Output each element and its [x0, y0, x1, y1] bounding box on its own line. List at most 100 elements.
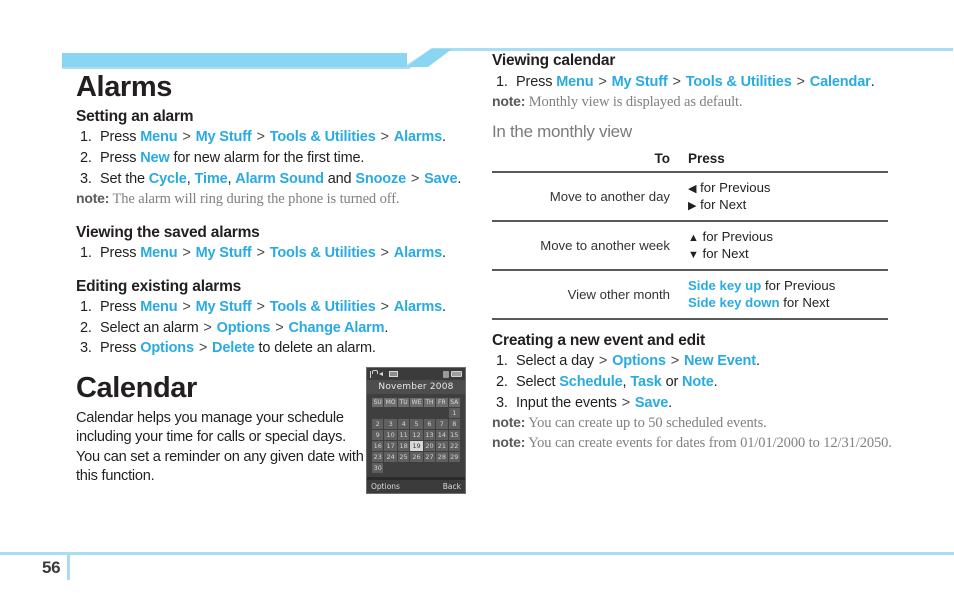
list-item: 2. Select Schedule, Task or Note.	[492, 372, 892, 393]
section-viewing-calendar: Viewing calendar 1. Press Menu > My Stuf…	[492, 52, 892, 112]
direction-arrow-icon: ▶	[688, 200, 697, 213]
list-item: 3. Press Options > Delete to delete an a…	[76, 338, 476, 359]
section-heading: Viewing the saved alarms	[76, 223, 260, 241]
note-text: Monthly view is displayed as default.	[528, 94, 743, 111]
calendar-day-cell[interactable]: 30	[372, 463, 384, 474]
step-text: Press Menu > My Stuff > Tools & Utilitie…	[100, 299, 446, 316]
softkey-back[interactable]: Back	[443, 482, 461, 491]
weekday-header: WE	[410, 398, 423, 408]
calendar-day-cell[interactable]: 22	[448, 441, 460, 452]
calendar-day-cell[interactable]: 14	[436, 430, 448, 441]
direction-arrow-icon: ▼	[688, 249, 699, 262]
calendar-day-cell[interactable]: 10	[384, 430, 397, 441]
table-cell-press: Side key up for Previous Side key down fo…	[680, 269, 888, 320]
section-viewing-saved-alarms: Viewing the saved alarms 1. Press Menu >…	[76, 224, 476, 264]
table-row: Move to another week ▲ for Previous ▼ for …	[492, 220, 888, 271]
phone-status-bar	[367, 368, 465, 381]
calendar-day-cell[interactable]: 23	[372, 452, 384, 463]
calendar-day-cell[interactable]: 18	[397, 441, 410, 452]
calendar-day-cell[interactable]: 29	[448, 452, 460, 463]
calendar-empty-cell	[436, 408, 447, 418]
step-list: 1. Select a day > Options > New Event. 2…	[492, 351, 892, 413]
calendar-day-cell[interactable]: 13	[423, 430, 436, 441]
calendar-day-cell[interactable]: 3	[384, 419, 397, 430]
calendar-empty-cell	[384, 463, 397, 473]
calendar-day-cell[interactable]: 4	[397, 419, 410, 430]
calendar-day-cell[interactable]: 5	[410, 419, 423, 430]
note-text: You can create events for dates from 01/…	[528, 435, 892, 452]
calendar-empty-cell	[436, 463, 447, 473]
weekday-header: TU	[397, 398, 410, 408]
calendar-empty-cell	[424, 408, 435, 418]
calendar-day-cell[interactable]: 7	[436, 419, 448, 430]
calendar-day-cell[interactable]: 20	[423, 441, 436, 452]
step-list: 1. Press Menu > My Stuff > Tools & Utili…	[76, 297, 476, 359]
softkey-options[interactable]: Options	[371, 482, 400, 491]
calendar-empty-cell	[372, 408, 383, 418]
table-cell-to: View other month	[492, 269, 680, 320]
calendar-day-cell[interactable]: 11	[397, 430, 410, 441]
step-number: 2.	[496, 373, 508, 390]
weekday-header: SA	[448, 398, 460, 408]
calendar-empty-cell	[398, 408, 409, 418]
calendar-empty-cell	[384, 408, 397, 418]
bluetooth-icon	[443, 370, 449, 378]
list-item: 1. Press Menu > My Stuff > Tools & Utili…	[76, 127, 476, 148]
step-number: 1.	[496, 73, 508, 90]
calendar-day-cell[interactable]: 8	[448, 419, 460, 430]
list-item: 2. Select an alarm > Options > Change Al…	[76, 318, 476, 339]
signal-icon	[370, 370, 378, 379]
table-cell-to: Move to another week	[492, 220, 680, 271]
calendar-day-cell[interactable]: 25	[397, 452, 410, 463]
direction-arrow-icon: ▲	[688, 231, 699, 244]
calendar-day-cell[interactable]: 26	[410, 452, 423, 463]
calendar-day-cell[interactable]: 21	[436, 441, 448, 452]
calendar-empty-cell	[410, 408, 422, 418]
list-item: 1. Select a day > Options > New Event.	[492, 351, 892, 372]
section-heading: Setting an alarm	[76, 107, 194, 125]
calendar-empty-cell	[410, 463, 422, 473]
step-text: Press Options > Delete to delete an alar…	[100, 340, 376, 357]
calendar-day-cell[interactable]: 2	[372, 419, 384, 430]
step-number: 2.	[80, 319, 92, 336]
list-item: 1. Press Menu > My Stuff > Tools & Utili…	[492, 72, 892, 93]
step-text: Set the Cycle, Time, Alarm Sound and Sno…	[100, 170, 462, 187]
calendar-day-cell[interactable]: 24	[384, 452, 397, 463]
calendar-day-cell[interactable]: 15	[448, 430, 460, 441]
table-cell-to: Move to another day	[492, 171, 680, 222]
calendar-day-cell[interactable]: 12	[410, 430, 423, 441]
list-item: 3. Set the Cycle, Time, Alarm Sound and …	[76, 169, 476, 190]
calendar-day-cell[interactable]: 16	[372, 441, 384, 452]
section-setting-an-alarm: Setting an alarm 1. Press Menu > My Stuf…	[76, 108, 476, 210]
step-number: 1.	[80, 129, 92, 146]
table-row: Move to another day ◀ for Previous ▶ for N…	[492, 171, 888, 222]
right-column: Viewing calendar 1. Press Menu > My Stuf…	[492, 0, 892, 468]
step-number: 3.	[496, 394, 508, 411]
calendar-day-cell[interactable]: 9	[372, 430, 384, 441]
calendar-day-cell[interactable]: 19	[410, 441, 423, 452]
step-list: 1. Press Menu > My Stuff > Tools & Utili…	[492, 72, 892, 93]
weekday-header: TH	[423, 398, 436, 408]
step-number: 3.	[80, 170, 92, 187]
calendar-day-cell[interactable]: 1	[448, 408, 460, 419]
table-header-row: To Press	[492, 148, 888, 173]
step-text: Press Menu > My Stuff > Tools & Utilitie…	[100, 129, 446, 146]
left-column: Alarms Setting an alarm 1. Press Menu > …	[76, 0, 476, 501]
calendar-week-row: 23 24 25 26 27 28 29	[372, 452, 460, 463]
page-number: 56	[42, 558, 61, 577]
phone-month-title: November 2008	[367, 380, 465, 395]
step-list: 1. Press Menu > My Stuff > Tools & Utili…	[76, 243, 476, 264]
note: note: Monthly view is displayed as defau…	[492, 92, 892, 112]
calendar-day-cell[interactable]: 28	[436, 452, 448, 463]
note-label: note:	[492, 93, 526, 110]
direction-arrow-icon: ◀	[688, 182, 697, 195]
step-number: 1.	[80, 245, 92, 262]
calendar-week-row: 1	[372, 408, 460, 419]
section-heading: Editing existing alarms	[76, 277, 242, 295]
calendar-day-cell[interactable]: 6	[423, 419, 436, 430]
step-number: 2.	[80, 150, 92, 167]
step-number: 3.	[80, 340, 92, 357]
calendar-day-cell[interactable]: 17	[384, 441, 397, 452]
section-creating-new-event: Creating a new event and edit 1. Select …	[492, 332, 892, 454]
calendar-day-cell[interactable]: 27	[423, 452, 436, 463]
